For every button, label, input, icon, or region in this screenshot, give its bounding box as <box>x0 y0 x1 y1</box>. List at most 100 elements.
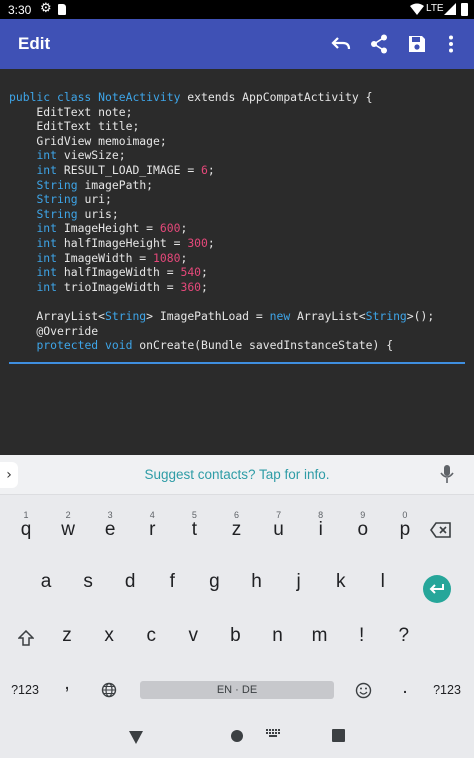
key-v[interactable]: v <box>172 613 214 659</box>
period-key[interactable]: . <box>384 665 426 711</box>
code-line[interactable]: public class NoteActivity extends AppCom… <box>9 90 434 105</box>
code-line[interactable]: int ImageHeight = 600; <box>9 221 434 236</box>
code-token: ArrayList< <box>9 308 106 323</box>
code-line[interactable]: EditText title; <box>9 119 434 134</box>
symbols-key[interactable]: ?123 <box>4 667 46 713</box>
code-line[interactable]: EditText note; <box>9 105 434 120</box>
key-o[interactable]: o9 <box>342 507 384 553</box>
code-line[interactable]: protected void onCreate(Bundle savedInst… <box>9 338 434 353</box>
code-line[interactable]: int trioImageWidth = 360; <box>9 280 434 295</box>
language-key[interactable] <box>88 667 130 713</box>
key-t[interactable]: t5 <box>173 507 215 553</box>
shift-key[interactable] <box>5 615 47 661</box>
home-icon[interactable] <box>230 729 244 743</box>
code-line[interactable]: String imagePath; <box>9 178 434 193</box>
key-k[interactable]: k <box>320 559 362 605</box>
code-line[interactable]: ArrayList<String> ImagePathLoad = new Ar… <box>9 309 434 324</box>
back-icon[interactable] <box>128 729 144 745</box>
key-m[interactable]: m <box>299 613 341 659</box>
key-w[interactable]: w2 <box>47 507 89 553</box>
key-label: h <box>251 571 262 592</box>
code-token: ; <box>201 265 208 280</box>
key-b[interactable]: b <box>214 613 256 659</box>
wifi-icon <box>410 3 424 18</box>
code-token: ImageWidth = <box>57 250 154 265</box>
code-text[interactable]: public class NoteActivity extends AppCom… <box>9 90 434 353</box>
key-hint: 6 <box>233 510 239 520</box>
suggestion-text[interactable]: Suggest contacts? Tap for info. <box>0 467 474 482</box>
key-r[interactable]: r4 <box>131 507 173 553</box>
key-l[interactable]: l <box>362 559 404 605</box>
code-line[interactable]: GridView memoimage; <box>9 134 434 149</box>
code-token: int <box>36 148 58 163</box>
code-token: GridView memoimage; <box>9 133 167 148</box>
key-z[interactable]: z <box>46 613 88 659</box>
code-token: onCreate(Bundle savedInstanceState) { <box>132 338 394 353</box>
recents-icon[interactable] <box>332 729 345 742</box>
key-q[interactable]: q1 <box>5 507 47 553</box>
sd-card-icon <box>58 4 66 15</box>
key-?[interactable]: ? <box>383 613 425 659</box>
key-hint: 5 <box>191 510 197 520</box>
key-c[interactable]: c <box>130 613 172 659</box>
key-x[interactable]: x <box>88 613 130 659</box>
key-n[interactable]: n <box>257 613 299 659</box>
key-h[interactable]: h <box>236 559 278 605</box>
comma-key[interactable]: , <box>46 661 88 707</box>
key-hint: 7 <box>276 510 282 520</box>
code-token: ; <box>180 250 188 265</box>
key-hint: 8 <box>318 510 324 520</box>
code-line[interactable]: int halfImageWidth = 540; <box>9 265 434 280</box>
keyboard-switch-icon[interactable] <box>266 729 280 741</box>
key-hint: 1 <box>23 510 29 520</box>
code-token: 600 <box>159 221 181 236</box>
key-g[interactable]: g <box>193 559 235 605</box>
backspace-key[interactable] <box>420 507 462 553</box>
more-vert-icon[interactable] <box>438 31 464 57</box>
key-![interactable]: ! <box>341 613 383 659</box>
code-line[interactable]: String uri; <box>9 192 434 207</box>
share-icon[interactable] <box>366 31 392 57</box>
code-token: String <box>36 206 78 221</box>
key-label: o <box>357 519 369 540</box>
emoji-key[interactable] <box>342 667 384 713</box>
key-e[interactable]: e3 <box>89 507 131 553</box>
key-label: v <box>188 625 199 646</box>
key-label: u <box>273 519 284 540</box>
code-line[interactable]: @Override <box>9 324 434 339</box>
enter-key[interactable] <box>423 575 451 603</box>
code-line[interactable] <box>9 294 434 309</box>
symbols-key-right[interactable]: ?123 <box>426 667 468 713</box>
space-bar[interactable]: EN · DE <box>140 681 334 699</box>
key-z[interactable]: z6 <box>216 507 258 553</box>
key-u[interactable]: u7 <box>258 507 300 553</box>
key-label: d <box>124 571 136 592</box>
code-line[interactable]: int RESULT_LOAD_IMAGE = 6; <box>9 163 434 178</box>
key-i[interactable]: i8 <box>300 507 342 553</box>
key-label: q <box>20 519 32 540</box>
code-token: int <box>36 279 58 294</box>
navigation-bar <box>0 720 474 758</box>
key-d[interactable]: d <box>109 559 151 605</box>
code-line[interactable]: int ImageWidth = 1080; <box>9 251 434 266</box>
code-editor[interactable]: public class NoteActivity extends AppCom… <box>0 69 474 455</box>
key-label: x <box>104 625 114 646</box>
key-f[interactable]: f <box>151 559 193 605</box>
key-label: ! <box>359 625 365 646</box>
code-token: ImageHeight = <box>57 221 160 236</box>
save-icon[interactable] <box>404 31 430 57</box>
code-line[interactable]: int halfImageHeight = 300; <box>9 236 434 251</box>
mic-icon[interactable] <box>440 464 454 488</box>
code-token: uri; <box>77 192 112 207</box>
key-a[interactable]: a <box>25 559 67 605</box>
signal-icon <box>444 3 456 18</box>
suggestion-strip: › Suggest contacts? Tap for info. <box>0 455 474 495</box>
undo-icon[interactable] <box>328 31 354 57</box>
key-s[interactable]: s <box>67 559 109 605</box>
key-j[interactable]: j <box>278 559 320 605</box>
code-line[interactable]: int viewSize; <box>9 148 434 163</box>
code-token: 1080 <box>153 250 181 265</box>
code-line[interactable]: String uris; <box>9 207 434 222</box>
